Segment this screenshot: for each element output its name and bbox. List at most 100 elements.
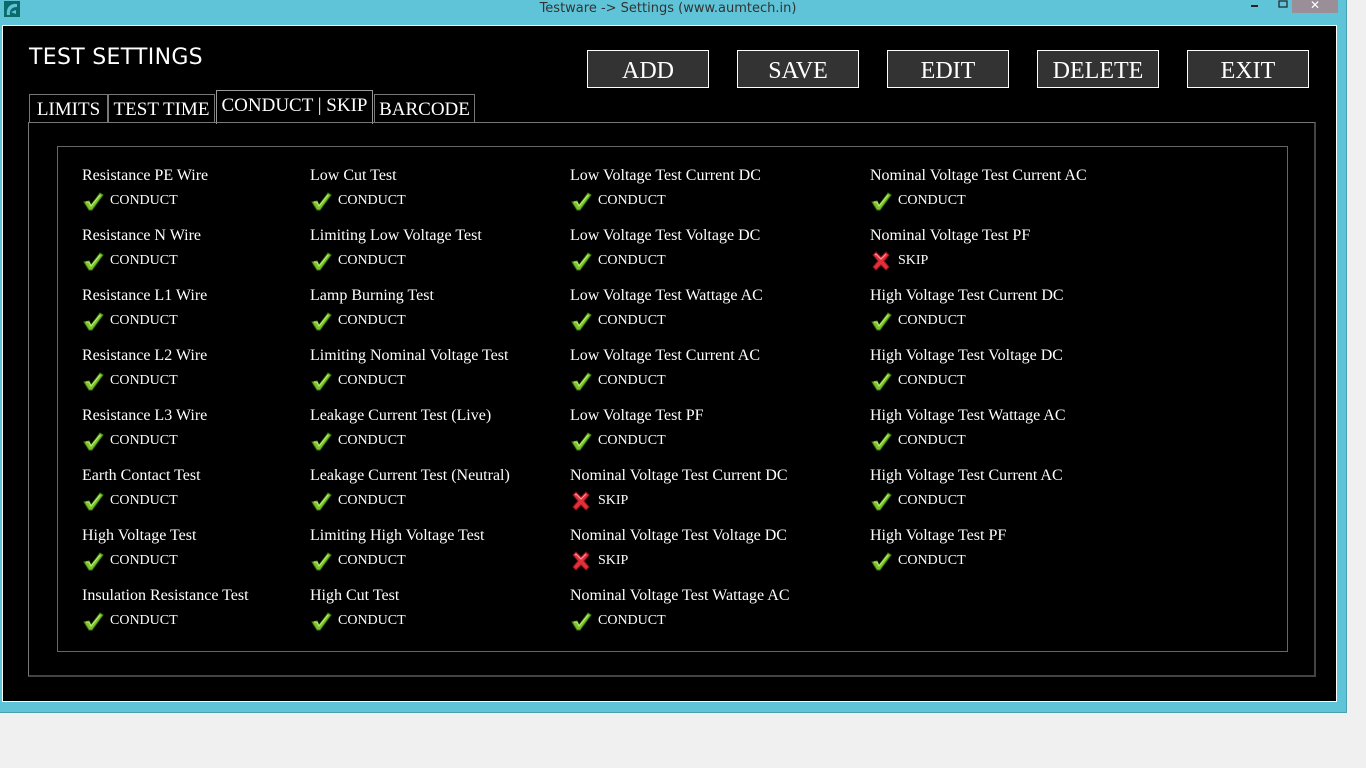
test-name: Low Voltage Test Wattage AC xyxy=(570,287,763,304)
test-item: Nominal Voltage Test Voltage DC SKIP xyxy=(570,525,787,571)
minimize-icon[interactable] xyxy=(1248,0,1262,10)
status-label: CONDUCT xyxy=(338,313,406,328)
status-label: CONDUCT xyxy=(110,193,178,208)
conduct-toggle[interactable]: CONDUCT xyxy=(82,191,208,211)
status-label: SKIP xyxy=(598,553,629,568)
conduct-toggle[interactable]: CONDUCT xyxy=(570,611,790,631)
test-item: Low Cut Test CONDUCT xyxy=(310,165,406,211)
conduct-toggle[interactable]: CONDUCT xyxy=(82,431,207,451)
conduct-toggle[interactable]: CONDUCT xyxy=(310,191,406,211)
check-icon xyxy=(570,371,592,391)
test-list-group: Resistance PE Wire CONDUCT Resistance N Wi… xyxy=(57,146,1288,652)
check-icon xyxy=(310,371,332,391)
test-item: High Voltage Test Wattage AC CONDUCT xyxy=(870,405,1066,451)
edit-button[interactable]: EDIT xyxy=(887,50,1009,88)
conduct-toggle[interactable]: CONDUCT xyxy=(870,191,1087,211)
status-label: CONDUCT xyxy=(598,253,666,268)
test-item: Nominal Voltage Test Current DC SKIP xyxy=(570,465,788,511)
skip-toggle[interactable]: SKIP xyxy=(570,491,788,511)
status-label: CONDUCT xyxy=(110,553,178,568)
conduct-toggle[interactable]: CONDUCT xyxy=(870,551,1006,571)
test-name: Resistance L2 Wire xyxy=(82,347,208,364)
conduct-toggle[interactable]: CONDUCT xyxy=(570,191,761,211)
status-label: CONDUCT xyxy=(338,553,406,568)
test-item: Insulation Resistance Test CONDUCT xyxy=(82,585,249,631)
test-name: Nominal Voltage Test Voltage DC xyxy=(570,527,787,544)
test-name: Leakage Current Test (Live) xyxy=(310,407,492,424)
conduct-toggle[interactable]: CONDUCT xyxy=(82,251,201,271)
save-button[interactable]: SAVE xyxy=(737,50,859,88)
check-icon xyxy=(310,551,332,571)
window-title: Testware -> Settings (www.aumtech.in) xyxy=(539,1,797,16)
conduct-toggle[interactable]: CONDUCT xyxy=(82,491,201,511)
cross-icon xyxy=(870,251,892,271)
conduct-toggle[interactable]: CONDUCT xyxy=(870,491,1063,511)
conduct-toggle[interactable]: CONDUCT xyxy=(570,431,704,451)
status-label: CONDUCT xyxy=(110,253,178,268)
status-label: CONDUCT xyxy=(110,373,178,388)
test-name: Resistance N Wire xyxy=(82,227,202,244)
exit-button[interactable]: EXIT xyxy=(1187,50,1309,88)
test-name: Nominal Voltage Test Current AC xyxy=(870,167,1087,184)
tab-barcode[interactable]: BARCODE xyxy=(374,94,475,122)
conduct-toggle[interactable]: CONDUCT xyxy=(870,371,1063,391)
skip-toggle[interactable]: SKIP xyxy=(570,551,787,571)
status-label: CONDUCT xyxy=(598,613,666,628)
test-name: Limiting High Voltage Test xyxy=(310,527,485,544)
check-icon xyxy=(310,491,332,511)
check-icon xyxy=(570,311,592,331)
maximize-icon[interactable] xyxy=(1276,0,1290,10)
conduct-toggle[interactable]: CONDUCT xyxy=(82,611,249,631)
test-name: Nominal Voltage Test PF xyxy=(870,227,1031,244)
tab-limits[interactable]: LIMITS xyxy=(29,94,108,122)
check-icon xyxy=(82,191,104,211)
delete-button[interactable]: DELETE xyxy=(1037,50,1159,88)
status-label: CONDUCT xyxy=(110,313,178,328)
conduct-toggle[interactable]: CONDUCT xyxy=(570,251,760,271)
conduct-toggle[interactable]: CONDUCT xyxy=(82,311,207,331)
check-icon xyxy=(310,191,332,211)
add-button[interactable]: ADD xyxy=(587,50,709,88)
conduct-toggle[interactable]: CONDUCT xyxy=(870,431,1066,451)
conduct-toggle[interactable]: CONDUCT xyxy=(82,371,207,391)
tab-conduct-skip[interactable]: CONDUCT | SKIP xyxy=(216,90,373,124)
conduct-toggle[interactable]: CONDUCT xyxy=(870,311,1064,331)
conduct-toggle[interactable]: CONDUCT xyxy=(310,551,484,571)
test-name: High Voltage Test Current AC xyxy=(870,467,1063,484)
conduct-toggle[interactable]: CONDUCT xyxy=(310,491,510,511)
settings-panel: TEST SETTINGS ADD SAVE EDIT DELETE EXIT … xyxy=(2,25,1337,702)
check-icon xyxy=(870,371,892,391)
check-icon xyxy=(870,551,892,571)
conduct-toggle[interactable]: CONDUCT xyxy=(82,551,196,571)
test-name: High Voltage Test Current DC xyxy=(870,287,1064,304)
test-name: Limiting Nominal Voltage Test xyxy=(310,347,509,364)
status-label: CONDUCT xyxy=(338,253,406,268)
test-name: Insulation Resistance Test xyxy=(82,587,249,604)
skip-toggle[interactable]: SKIP xyxy=(870,251,1030,271)
check-icon xyxy=(82,611,104,631)
close-button[interactable]: ✕ xyxy=(1292,0,1338,13)
conduct-toggle[interactable]: CONDUCT xyxy=(570,311,763,331)
tab-test-time[interactable]: TEST TIME xyxy=(108,94,215,122)
test-name: Nominal Voltage Test Current DC xyxy=(570,467,788,484)
status-label: CONDUCT xyxy=(898,433,966,448)
cross-icon xyxy=(570,551,592,571)
conduct-toggle[interactable]: CONDUCT xyxy=(310,311,434,331)
check-icon xyxy=(570,191,592,211)
conduct-toggle[interactable]: CONDUCT xyxy=(570,371,760,391)
check-icon xyxy=(82,251,104,271)
test-item: Resistance L1 Wire CONDUCT xyxy=(82,285,207,331)
check-icon xyxy=(82,491,104,511)
test-item: Nominal Voltage Test Wattage AC CONDUCT xyxy=(570,585,790,631)
conduct-toggle[interactable]: CONDUCT xyxy=(310,371,508,391)
conduct-toggle[interactable]: CONDUCT xyxy=(310,251,482,271)
conduct-toggle[interactable]: CONDUCT xyxy=(310,611,406,631)
status-label: CONDUCT xyxy=(110,613,178,628)
test-item: High Voltage Test CONDUCT xyxy=(82,525,196,571)
status-label: CONDUCT xyxy=(898,373,966,388)
test-item: Resistance N Wire CONDUCT xyxy=(82,225,201,271)
conduct-toggle[interactable]: CONDUCT xyxy=(310,431,491,451)
test-item: Limiting Low Voltage Test CONDUCT xyxy=(310,225,482,271)
title-bar[interactable]: Testware -> Settings (www.aumtech.in) ✕ xyxy=(0,0,1346,22)
status-label: CONDUCT xyxy=(898,553,966,568)
